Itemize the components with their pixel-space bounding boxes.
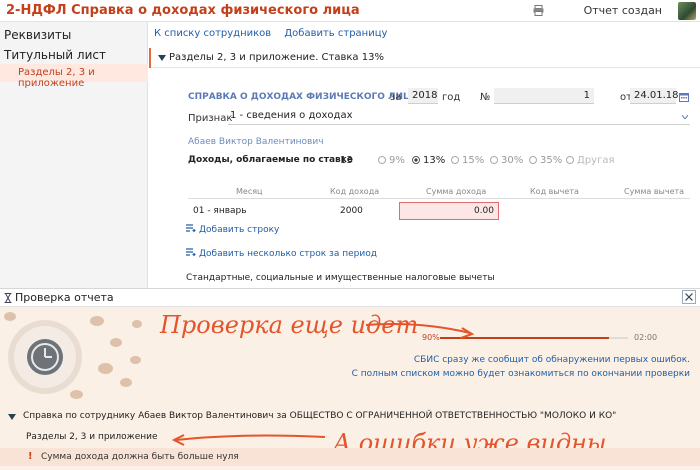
sign-select-value: 1 - сведения о доходах [230, 110, 353, 121]
sidebar-item-title-page[interactable]: Титульный лист [4, 48, 106, 62]
calendar-icon[interactable] [679, 92, 689, 102]
form-title: СПРАВКА О ДОХОДАХ ФИЗИЧЕСКОГО ЛИЦА [188, 92, 419, 102]
report-section-row[interactable]: Разделы 2, 3 и приложение [26, 432, 158, 442]
check-panel-header: Проверка отчета [0, 289, 700, 307]
add-rows-icon [186, 248, 196, 256]
add-row-label: Добавить строку [199, 225, 280, 235]
income-rate-value: 13 [340, 155, 353, 166]
rate-label: 9% [389, 155, 405, 166]
app-title: 2-НДФЛ Справка о доходах физического лиц… [6, 3, 360, 18]
year-field[interactable]: 2018 [408, 88, 438, 104]
col-deduction-sum: Сумма вычета [624, 187, 685, 196]
check-panel: Проверка отчета Проверка еще идет 90% 02… [0, 288, 700, 470]
radio-circle [378, 156, 386, 164]
main-content: К списку сотрудников Добавить страницу Р… [149, 22, 700, 288]
sidebar-header: Реквизиты [4, 28, 72, 42]
clock-icon [27, 339, 63, 375]
section-accent-bar [149, 48, 151, 68]
rate-label: 13% [423, 155, 446, 166]
table-header-divider [188, 198, 690, 199]
sidebar: Реквизиты Титульный лист Разделы 2, 3 и … [0, 22, 148, 288]
printer-icon[interactable] [533, 5, 544, 16]
add-row-link[interactable]: Добавить строку [186, 224, 279, 235]
sidebar-item-label: Разделы 2, 3 и приложение [18, 67, 95, 89]
rate-label: 30% [501, 155, 524, 166]
sign-select[interactable]: 1 - сведения о доходах [228, 110, 690, 125]
error-text: Сумма дохода должна быть больше нуля [41, 452, 239, 462]
title-bar: 2-НДФЛ Справка о доходах физического лиц… [0, 0, 700, 22]
radio-circle [566, 156, 574, 164]
report-employee-row[interactable]: Справка по сотруднику Абаев Виктор Вален… [0, 408, 700, 426]
avatar[interactable] [678, 2, 696, 20]
section-title: Разделы 2, 3 и приложение. Ставка 13% [169, 52, 384, 63]
rate-radio-15[interactable]: 15% [451, 155, 484, 166]
error-icon: ! [28, 451, 33, 462]
report-status: Отчет создан [583, 4, 662, 17]
collapse-triangle-icon[interactable] [8, 414, 16, 420]
radio-circle [412, 156, 420, 164]
number-field[interactable]: 1 [494, 88, 594, 104]
app-window: 2-НДФЛ Справка о доходах физического лиц… [0, 0, 700, 470]
radio-circle [451, 156, 459, 164]
col-deduction-code: Код вычета [530, 187, 579, 196]
hourglass-icon [4, 293, 12, 303]
section-header[interactable]: Разделы 2, 3 и приложение. Ставка 13% [149, 48, 700, 68]
add-row-icon [186, 224, 196, 232]
info-line-2: С полным списком можно будет ознакомитьс… [351, 369, 690, 379]
collapse-triangle-icon[interactable] [158, 55, 166, 61]
number-label: № [480, 92, 491, 103]
rate-radio-other: Другая [566, 155, 614, 166]
rate-label: 15% [462, 155, 485, 166]
for-label: за [390, 92, 402, 103]
rate-radio-13[interactable]: 13% [412, 155, 445, 166]
back-to-employees-link[interactable]: К списку сотрудников [154, 28, 271, 39]
date-field[interactable]: 24.01.18 [630, 88, 679, 104]
row-month[interactable]: 01 - январь [193, 206, 247, 216]
annotation-still-checking: Проверка еще идет [160, 311, 419, 339]
close-icon[interactable] [682, 290, 696, 304]
rate-radio-30[interactable]: 30% [490, 155, 523, 166]
deductions-label: Стандартные, социальные и имущественные … [186, 273, 495, 283]
sidebar-item-sections[interactable]: Разделы 2, 3 и приложение [0, 64, 148, 89]
progress-percent: 90% [422, 333, 440, 342]
progress-bar [440, 337, 628, 339]
sign-label: Признак [188, 113, 233, 124]
coffee-clock-illustration [0, 308, 148, 407]
rate-radio-35[interactable]: 35% [529, 155, 562, 166]
row-income-sum-input[interactable]: 0.00 [399, 202, 499, 220]
rate-radio-9[interactable]: 9% [378, 155, 405, 166]
chevron-down-icon [682, 115, 688, 119]
add-rows-period-label: Добавить несколько строк за период [199, 249, 377, 259]
progress-time: 02:00 [634, 333, 658, 342]
income-rate-label: Доходы, облагаемые по ставке [188, 155, 353, 165]
row-income-code[interactable]: 2000 [340, 206, 363, 216]
employee-name[interactable]: Абаев Виктор Валентинович [188, 137, 324, 147]
progress-fill [440, 337, 610, 339]
radio-circle [490, 156, 498, 164]
rate-label: Другая [577, 155, 615, 166]
rate-label: 35% [540, 155, 563, 166]
radio-circle [529, 156, 537, 164]
col-month: Месяц [236, 187, 263, 196]
col-income-code: Код дохода [330, 187, 380, 196]
check-panel-title: Проверка отчета [15, 291, 114, 304]
info-line-1: СБИС сразу же сообщит об обнаружении пер… [413, 355, 690, 365]
year-label: год [442, 92, 461, 103]
col-income-sum: Сумма дохода [426, 187, 487, 196]
add-rows-period-link[interactable]: Добавить несколько строк за период [186, 248, 377, 259]
error-row[interactable]: ! Сумма дохода должна быть больше нуля [0, 448, 700, 466]
add-page-link[interactable]: Добавить страницу [284, 28, 387, 39]
report-employee-text: Справка по сотруднику Абаев Виктор Вален… [23, 411, 617, 421]
toolbar-links: К списку сотрудников Добавить страницу [154, 28, 397, 39]
